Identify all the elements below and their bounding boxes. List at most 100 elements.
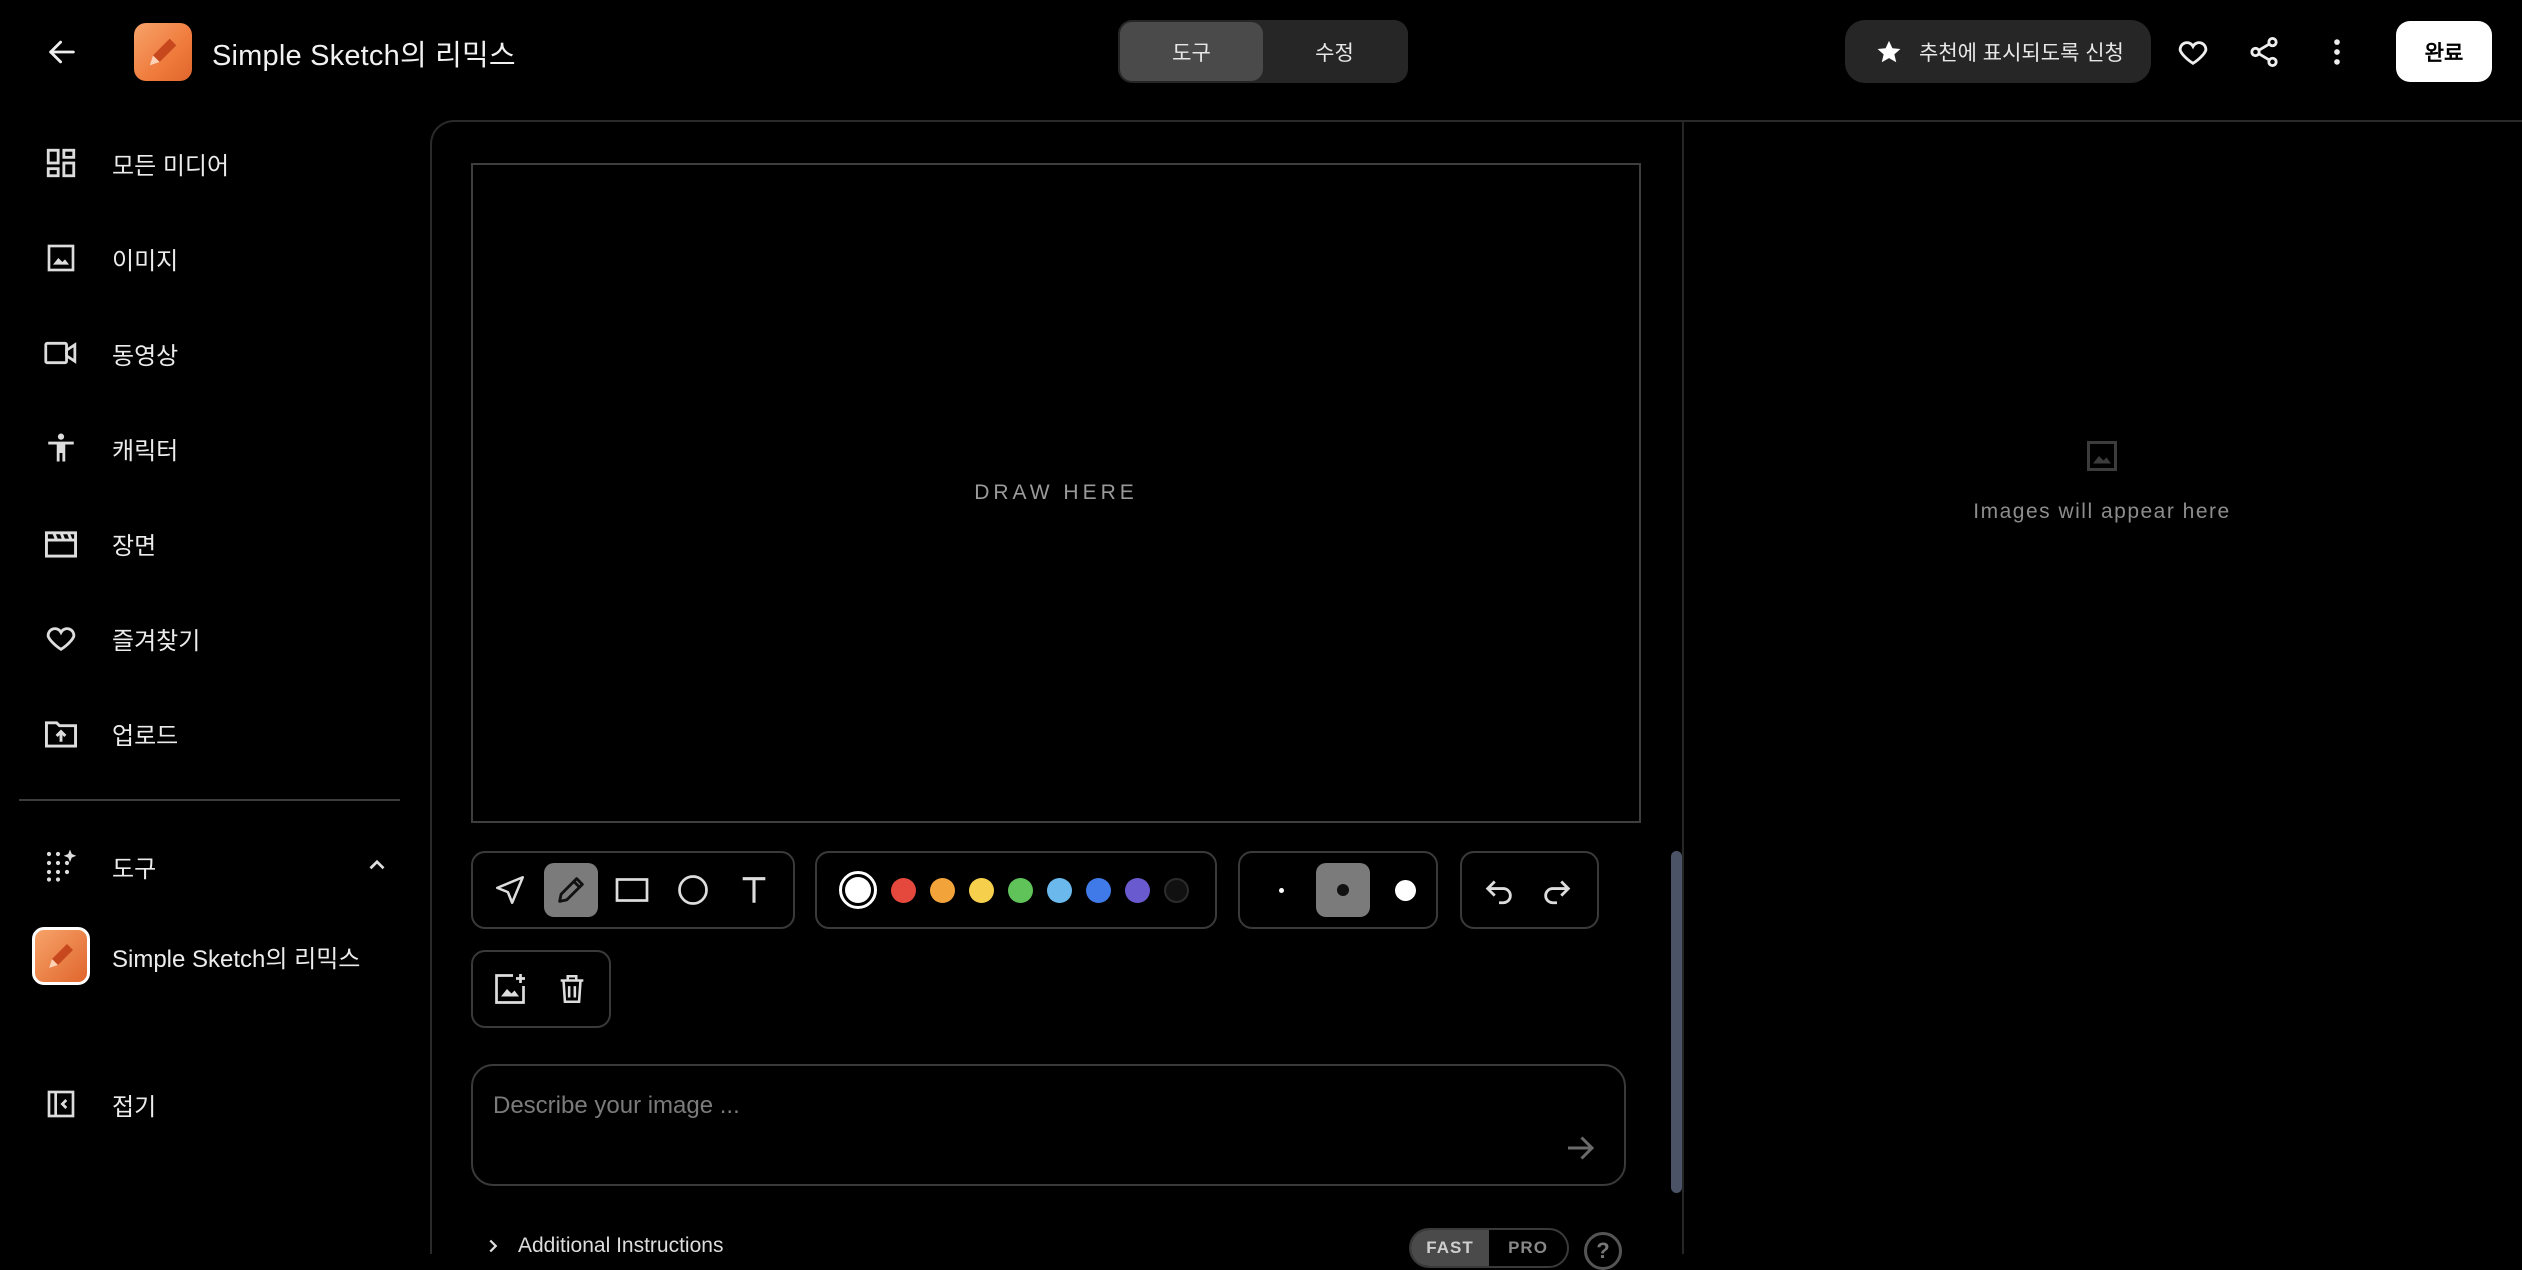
app-logo bbox=[134, 23, 192, 81]
results-empty-state: Images will appear here bbox=[1684, 438, 2520, 524]
navigation-arrow-icon bbox=[495, 875, 525, 905]
color-palette bbox=[815, 851, 1217, 929]
color-swatch[interactable] bbox=[1164, 877, 1189, 903]
brush-size-small[interactable] bbox=[1254, 863, 1308, 917]
image-placeholder-icon bbox=[2087, 441, 2117, 471]
pen-tool-button[interactable] bbox=[544, 863, 598, 917]
sidebar-item-upload[interactable]: 업로드 bbox=[20, 697, 400, 769]
canvas-placeholder: DRAW HERE bbox=[974, 481, 1138, 504]
mode-toggle: 도구 수정 bbox=[1118, 20, 1408, 83]
prompt-input[interactable] bbox=[493, 1086, 1493, 1126]
pencil-logo-icon bbox=[149, 38, 177, 66]
canvas-actions-group bbox=[471, 950, 611, 1028]
color-swatch-fill bbox=[845, 877, 871, 903]
chevron-up-icon[interactable] bbox=[364, 852, 390, 878]
tool-thumb bbox=[20, 927, 102, 985]
color-swatch[interactable] bbox=[930, 877, 955, 903]
panel-divider bbox=[1682, 121, 1684, 1254]
speed-toggle: FAST PRO bbox=[1409, 1228, 1569, 1268]
sidebar-item-label: 즐겨찾기 bbox=[112, 627, 201, 655]
video-icon bbox=[20, 337, 102, 369]
sidebar-item-scenes[interactable]: 장면 bbox=[20, 507, 400, 579]
sidebar-section-tools[interactable]: 도구 bbox=[20, 830, 400, 902]
sidebar-tool-label: Simple Sketch의 리믹스 bbox=[112, 945, 361, 973]
additional-instructions-label: Additional Instructions bbox=[518, 1234, 724, 1257]
sidebar-divider bbox=[19, 799, 400, 801]
circle-tool-button[interactable] bbox=[666, 863, 720, 917]
delete-button[interactable] bbox=[545, 962, 599, 1016]
select-tool-button[interactable] bbox=[483, 863, 537, 917]
person-icon bbox=[20, 430, 102, 466]
brush-size-medium[interactable] bbox=[1316, 863, 1370, 917]
undo-icon bbox=[1485, 880, 1512, 905]
collapse-sidebar-icon bbox=[20, 1088, 102, 1120]
brush-size-large[interactable] bbox=[1378, 863, 1432, 917]
redo-icon bbox=[1544, 880, 1571, 905]
collapse-button[interactable]: 접기 bbox=[20, 1068, 400, 1140]
history-group bbox=[1460, 851, 1599, 929]
sidebar-item-favorites[interactable]: 즐겨찾기 bbox=[20, 602, 400, 674]
add-image-button[interactable] bbox=[483, 962, 537, 1016]
trash-icon bbox=[560, 974, 584, 1004]
draw-tools-group bbox=[471, 851, 795, 929]
send-button[interactable] bbox=[1562, 1130, 1598, 1166]
share-icon bbox=[2250, 36, 2278, 68]
tab-edit[interactable]: 수정 bbox=[1263, 22, 1406, 81]
pencil-icon bbox=[558, 877, 584, 903]
additional-instructions-toggle[interactable]: Additional Instructions bbox=[482, 1234, 723, 1258]
sidebar-section-label: 도구 bbox=[112, 855, 157, 883]
color-swatch[interactable] bbox=[839, 871, 877, 909]
brush-size-group bbox=[1238, 851, 1438, 929]
add-image-icon bbox=[495, 974, 525, 1004]
top-bar: Simple Sketch의 리믹스 도구 수정 추천에 표시되도록 신청 완료 bbox=[0, 0, 2522, 104]
sidebar-item-videos[interactable]: 동영상 bbox=[20, 317, 400, 389]
color-swatch[interactable] bbox=[891, 877, 916, 903]
star-icon bbox=[1877, 40, 1901, 62]
suggest-button[interactable]: 추천에 표시되도록 신청 bbox=[1845, 20, 2151, 83]
speed-fast[interactable]: FAST bbox=[1411, 1230, 1489, 1266]
upload-icon bbox=[20, 717, 102, 749]
color-swatch[interactable] bbox=[1047, 877, 1072, 903]
heart-icon bbox=[2178, 41, 2208, 66]
speed-pro[interactable]: PRO bbox=[1489, 1230, 1567, 1266]
back-arrow-icon bbox=[49, 40, 75, 64]
image-icon bbox=[20, 242, 102, 274]
color-swatch[interactable] bbox=[1086, 877, 1111, 903]
undo-button[interactable] bbox=[1472, 863, 1526, 917]
back-button[interactable] bbox=[30, 26, 94, 78]
arrow-right-icon bbox=[1568, 1136, 1595, 1160]
page-title: Simple Sketch의 리믹스 bbox=[212, 40, 516, 72]
editor-scrollbar[interactable] bbox=[1671, 851, 1682, 1193]
prompt-box bbox=[471, 1064, 1626, 1186]
more-options-button[interactable] bbox=[2311, 26, 2363, 78]
drawing-canvas[interactable]: DRAW HERE bbox=[471, 163, 1641, 823]
favorite-button[interactable] bbox=[2167, 26, 2219, 78]
done-button[interactable]: 완료 bbox=[2396, 21, 2492, 82]
tab-tools[interactable]: 도구 bbox=[1120, 22, 1263, 81]
more-vert-icon bbox=[2334, 39, 2340, 65]
suggest-label: 추천에 표시되도록 신청 bbox=[1919, 41, 2124, 65]
color-swatch[interactable] bbox=[1125, 877, 1150, 903]
sidebar-item-label: 업로드 bbox=[112, 722, 179, 750]
circle-icon bbox=[678, 875, 708, 905]
collapse-label: 접기 bbox=[112, 1093, 157, 1121]
color-swatch[interactable] bbox=[969, 877, 994, 903]
pencil-logo-icon bbox=[32, 927, 90, 985]
text-tool-button[interactable] bbox=[727, 863, 781, 917]
share-button[interactable] bbox=[2238, 26, 2290, 78]
sidebar-item-label: 이미지 bbox=[112, 247, 179, 275]
sidebar-item-all-media[interactable]: 모든 미디어 bbox=[20, 127, 400, 199]
color-swatch[interactable] bbox=[1008, 877, 1033, 903]
grid-icon bbox=[20, 146, 102, 180]
sidebar-item-label: 동영상 bbox=[112, 342, 179, 370]
results-empty-text: Images will appear here bbox=[1973, 500, 2231, 523]
sidebar-item-label: 캐릭터 bbox=[112, 437, 179, 465]
clapperboard-icon bbox=[20, 527, 102, 559]
sidebar-item-characters[interactable]: 캐릭터 bbox=[20, 412, 400, 484]
sidebar-item-label: 장면 bbox=[112, 532, 157, 560]
redo-button[interactable] bbox=[1530, 863, 1584, 917]
help-button[interactable]: ? bbox=[1584, 1232, 1622, 1270]
sidebar-item-images[interactable]: 이미지 bbox=[20, 222, 400, 294]
rectangle-tool-button[interactable] bbox=[605, 863, 659, 917]
sidebar-tool-item[interactable]: Simple Sketch의 리믹스 bbox=[20, 920, 400, 992]
